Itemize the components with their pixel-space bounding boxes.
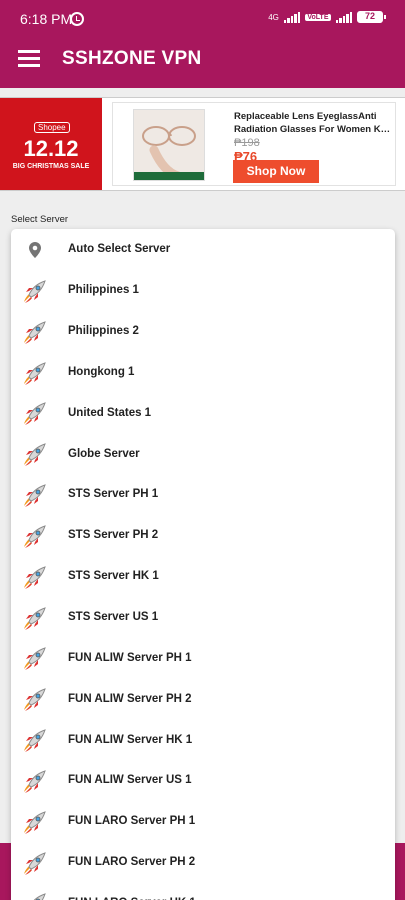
ad-banner[interactable]: Shopee 12.12 BIG CHRISTMAS SALE Replacea… [0,97,405,191]
select-server-label: Select Server [11,214,69,225]
product-title: Replaceable Lens EyeglassAnti Radiation … [234,111,392,135]
server-name: FUN ALIW Server PH 2 [68,692,192,705]
server-list-item[interactable]: FUN ALIW Server PH 1 [11,637,395,678]
server-name: Hongkong 1 [68,365,135,378]
server-list-item[interactable]: STS Server PH 2 [11,515,395,556]
ad-brand-panel[interactable]: Shopee 12.12 BIG CHRISTMAS SALE [0,98,102,190]
rocket-icon [21,277,49,305]
server-name: STS Server PH 2 [68,529,159,542]
menu-icon[interactable] [18,50,40,67]
server-name: STS Server US 1 [68,611,159,624]
server-list-item[interactable]: Globe Server [11,433,395,474]
rocket-icon [21,644,49,672]
signal-1-icon [283,11,301,23]
rocket-icon [21,318,49,346]
ad-product-card[interactable]: Replaceable Lens EyeglassAnti Radiation … [112,102,396,186]
server-name: FUN ALIW Server HK 1 [68,733,193,746]
rocket-icon [21,399,49,427]
location-pin-icon [21,236,49,264]
rocket-icon [21,808,49,836]
server-name: Globe Server [68,447,140,460]
server-list-item[interactable]: FUN ALIW Server PH 2 [11,678,395,719]
server-name: Philippines 1 [68,284,139,297]
app-title: SSHZONE VPN [62,48,202,69]
status-bar: 6:18 PM 4G VoLTE 72 [0,0,405,36]
server-list-item[interactable]: Philippines 2 [11,311,395,352]
product-image [133,109,205,181]
status-indicators: 4G VoLTE 72 [268,11,386,23]
server-name: Philippines 2 [68,325,139,338]
shop-now-button[interactable]: Shop Now [233,160,319,183]
rocket-icon [21,767,49,795]
rocket-icon [21,440,49,468]
server-list-item[interactable]: United States 1 [11,392,395,433]
server-name: STS Server PH 1 [68,488,159,501]
server-list-item[interactable]: Hongkong 1 [11,352,395,393]
ad-sale-date: 12.12 [23,136,79,161]
rocket-icon [21,890,49,900]
server-name: FUN LARO Server PH 1 [68,815,196,828]
server-name: FUN LARO Server PH 2 [68,856,196,869]
rocket-icon [21,849,49,877]
alarm-icon [70,12,84,26]
server-list-item[interactable]: FUN ALIW Server US 1 [11,760,395,801]
server-list-item[interactable]: FUN LARO Server PH 1 [11,801,395,842]
server-name: Auto Select Server [68,243,171,256]
app-bar: 6:18 PM 4G VoLTE 72 SSHZONE VPN [0,0,405,88]
rocket-icon [21,685,49,713]
shopee-logo: Shopee [34,122,70,133]
server-name: FUN ALIW Server PH 1 [68,651,192,664]
product-old-price: ₱198 [234,137,260,149]
rocket-icon [21,604,49,632]
signal-2-icon [335,11,352,23]
server-list-item[interactable]: FUN LARO Server HK 1 [11,883,395,900]
server-list-item[interactable]: Philippines 1 [11,270,395,311]
server-name: STS Server HK 1 [68,570,159,583]
volte-badge: VoLTE [305,13,331,21]
server-list-item[interactable]: STS Server HK 1 [11,556,395,597]
server-list-item[interactable]: FUN ALIW Server HK 1 [11,719,395,760]
rocket-icon [21,481,49,509]
network-type-label: 4G [268,12,279,22]
server-dropdown-list[interactable]: Auto Select Server Philippines 1 Philippin… [11,229,395,900]
server-list-item[interactable]: STS Server US 1 [11,597,395,638]
rocket-icon [21,522,49,550]
ad-sale-text: BIG CHRISTMAS SALE [12,163,90,170]
rocket-icon [21,726,49,754]
server-list-item[interactable]: FUN LARO Server PH 2 [11,842,395,883]
status-time: 6:18 PM [20,11,73,27]
server-list-item[interactable]: STS Server PH 1 [11,474,395,515]
rocket-icon [21,359,49,387]
battery-icon: 72 [357,11,386,23]
server-name: United States 1 [68,406,152,419]
server-name: FUN ALIW Server US 1 [68,774,192,787]
server-list-item[interactable]: Auto Select Server [11,229,395,270]
rocket-icon [21,563,49,591]
